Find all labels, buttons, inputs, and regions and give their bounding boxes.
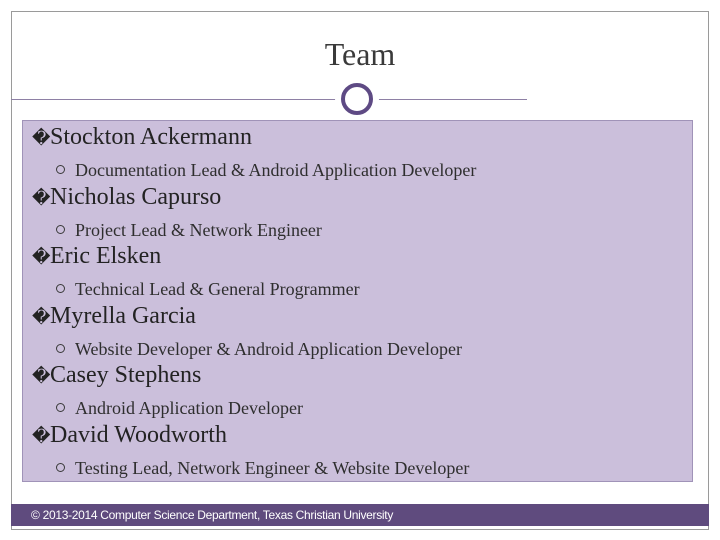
member-name-line: �Nicholas Capurso: [32, 184, 221, 211]
circle-bullet-icon: [56, 403, 65, 412]
member-role-line: Documentation Lead & Android Application…: [56, 160, 476, 181]
member-name: David Woodworth: [50, 422, 227, 448]
member-name-line: �Stockton Ackermann: [32, 124, 252, 151]
member-role: Testing Lead, Network Engineer & Website…: [75, 458, 470, 478]
member-name: Stockton Ackermann: [50, 124, 252, 150]
circle-bullet-icon: [56, 463, 65, 472]
member-role-line: Technical Lead & General Programmer: [56, 279, 360, 300]
member-name: Eric Elsken: [50, 243, 162, 269]
bullet-icon: �: [32, 366, 51, 386]
member-name-line: �Myrella Garcia: [32, 303, 196, 330]
circle-bullet-icon: [56, 165, 65, 174]
circle-bullet-icon: [56, 225, 65, 234]
member-role-line: Website Developer & Android Application …: [56, 339, 462, 360]
circle-bullet-icon: [56, 344, 65, 353]
bullet-icon: �: [32, 188, 51, 208]
member-name: Casey Stephens: [50, 362, 202, 388]
member-name: Myrella Garcia: [50, 303, 196, 329]
member-role: Technical Lead & General Programmer: [75, 279, 360, 299]
member-role-line: Project Lead & Network Engineer: [56, 220, 322, 241]
member-role: Documentation Lead & Android Application…: [75, 160, 477, 180]
member-name-line: �Casey Stephens: [32, 362, 201, 389]
title-divider: [11, 99, 527, 100]
bullet-icon: �: [32, 426, 51, 446]
bullet-icon: �: [32, 128, 51, 148]
ring-ornament-icon: [335, 77, 379, 121]
member-role-line: Testing Lead, Network Engineer & Website…: [56, 458, 469, 479]
member-role: Android Application Developer: [75, 398, 303, 418]
bullet-icon: �: [32, 247, 51, 267]
ring-inner: [341, 83, 373, 115]
member-role: Website Developer & Android Application …: [75, 339, 462, 359]
member-role: Project Lead & Network Engineer: [75, 220, 322, 240]
member-name-line: �David Woodworth: [32, 422, 227, 449]
member-role-line: Android Application Developer: [56, 398, 303, 419]
slide-title: Team: [324, 36, 396, 72]
slide-footer: © 2013-2014 Computer Science Department,…: [11, 504, 709, 526]
member-name-line: �Eric Elsken: [32, 243, 161, 270]
circle-bullet-icon: [56, 284, 65, 293]
bullet-icon: �: [32, 307, 51, 327]
member-name: Nicholas Capurso: [50, 184, 222, 210]
team-list-panel: �Stockton Ackermann Documentation Lead &…: [22, 120, 693, 482]
